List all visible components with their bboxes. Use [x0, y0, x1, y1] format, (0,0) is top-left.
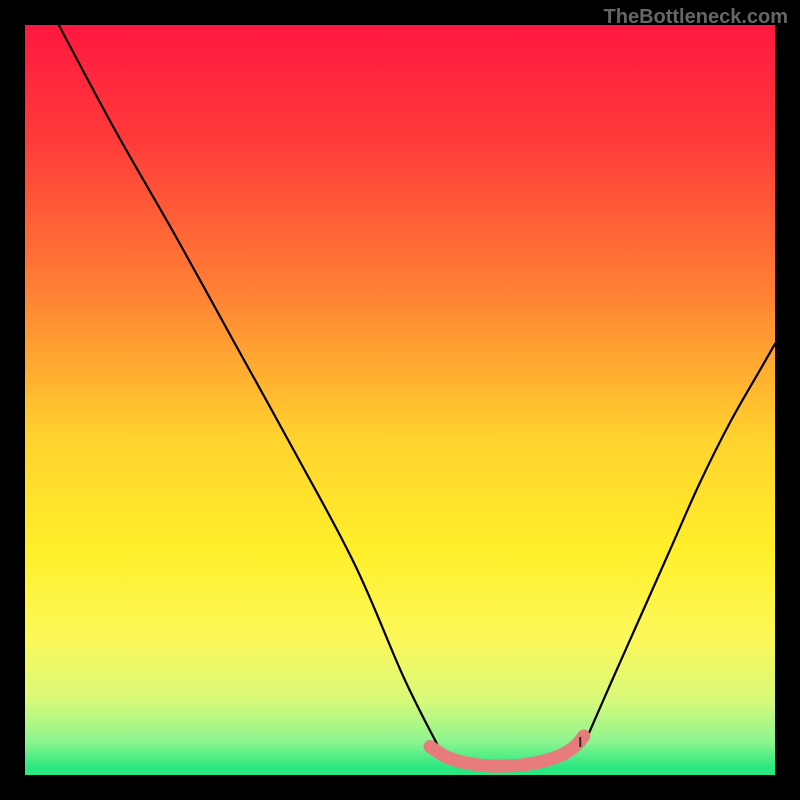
chart-svg	[25, 25, 775, 775]
plot-frame	[25, 25, 775, 775]
plot-area	[25, 25, 775, 775]
chart-background	[25, 25, 775, 775]
watermark-label: TheBottleneck.com	[604, 6, 788, 29]
